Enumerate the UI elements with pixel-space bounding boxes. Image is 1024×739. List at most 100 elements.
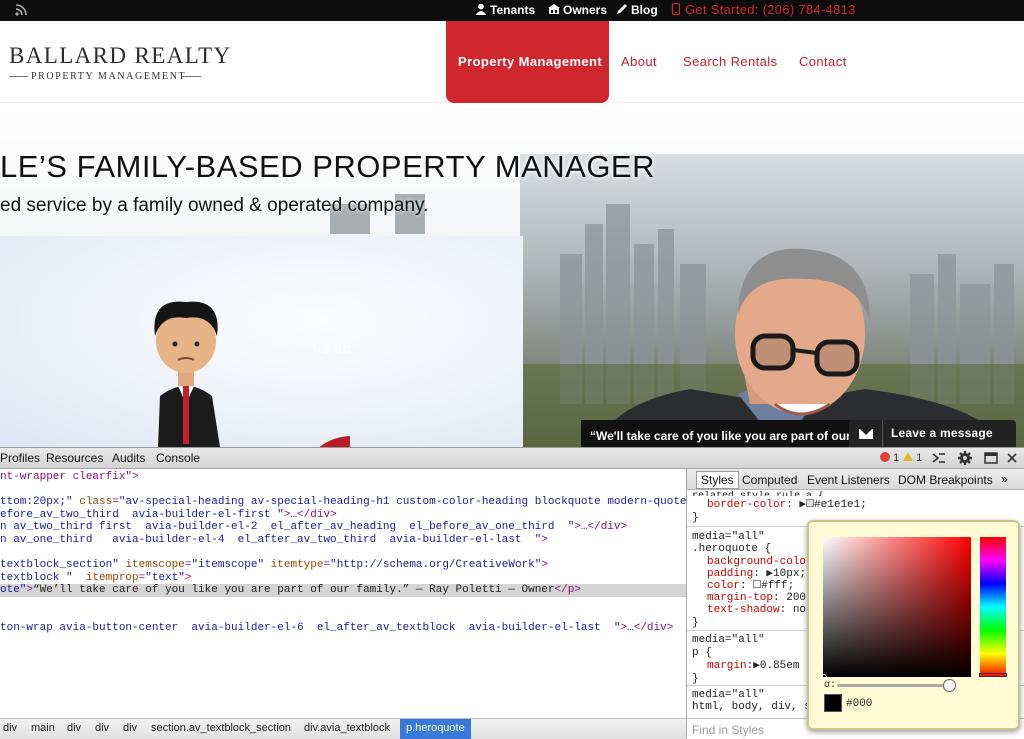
logo-subtitle: PROPERTY MANAGEMENT [31,71,187,82]
dom-node-line[interactable]: n av_one_third avia-builder-el-4 el_afte… [0,534,548,547]
saturation-value-area[interactable] [823,537,971,677]
css-prop-name: background-color [707,556,813,568]
css-prop-value: 10px; [773,568,807,580]
dom-token: </p> [554,584,581,597]
breadcrumb-item[interactable]: div [3,722,17,734]
more-tabs-chevron-icon[interactable]: » [1001,472,1008,486]
dom-token: “We’ll take care of you like you are par… [33,584,555,597]
css-media: media="all" [692,689,765,701]
leave-message-button[interactable]: Leave a message [849,420,1016,447]
tab-dom-breakpoints[interactable]: DOM Breakpoints [898,473,993,487]
hue-handle[interactable] [979,673,1007,677]
css-selector[interactable]: p { [692,647,712,659]
dom-node-line[interactable]: ton-wrap avia-button-center avia-builder… [0,622,673,635]
elements-dom-tree[interactable]: nt-wrapper clearfix"> ttom:20px;" class="… [0,469,686,717]
dom-token: > [184,571,192,584]
css-brace: } [692,512,699,524]
dom-token: = [112,496,119,509]
css-decl-bg[interactable]: background-color: [707,556,819,568]
dom-token: itemtype [264,559,324,572]
nav-about[interactable]: About [621,54,657,69]
current-color-swatch [824,694,842,712]
css-decl-margin[interactable]: margin:▶0.85em [707,660,799,672]
dom-node-line[interactable]: ttom:20px;" class="av-special-heading av… [0,496,686,509]
dom-node-line[interactable]: textblock " itemprop="text"> [0,572,191,585]
owners-link[interactable]: Owners [548,2,607,18]
dom-token: "itemscope" [191,559,265,572]
dom-node-line[interactable]: nt-wrapper clearfix"> [0,471,139,484]
css-selector[interactable]: .heroquote { [692,543,771,555]
dom-token: efore_av_two_third avia-builder-el-first… [0,508,284,521]
dom-token: >…</div> [620,622,674,635]
css-prop-name: padding [707,568,754,580]
dom-token: >…</div> [283,508,337,521]
top-utility-bar: Tenants Owners Blog Get Started: (206) 7… [0,0,1024,21]
tenants-label: Tenants [490,3,536,17]
console-drawer-icon[interactable] [932,452,946,464]
css-decl-border[interactable]: border-color: ▶ #e1e1e1; [707,499,867,511]
tab-console[interactable]: Console [156,451,200,465]
dom-token: "av-special-heading av-special-heading-h… [118,496,686,509]
css-decl-margin-top[interactable]: margin-top: 200p [707,592,813,604]
dom-token: "text" [145,571,185,584]
nav-property-management[interactable]: Property Management [458,54,602,69]
nav-search-rentals[interactable]: Search Rentals [683,54,777,69]
gear-icon[interactable] [958,451,972,465]
dom-token: > [541,559,548,572]
leave-message-separator [882,420,883,447]
error-indicator[interactable]: 1 [880,452,899,464]
dom-token: ote" [0,584,27,597]
dom-token: class [72,496,113,509]
tab-profiles[interactable]: Profiles [0,451,40,465]
owners-label: Owners [563,3,608,17]
hue-slider[interactable] [980,537,1006,677]
phone-icon [671,3,681,15]
dom-token: > [541,534,548,546]
blog-link[interactable]: Blog [616,2,658,18]
warning-indicator[interactable]: 1 [903,452,922,464]
color-hex-value[interactable]: #000 [846,698,872,710]
tenants-link[interactable]: Tenants [475,2,535,18]
mail-icon [859,429,873,439]
css-media: media="all" [692,634,765,646]
dom-node-line[interactable]: efore_av_two_third avia-builder-el-first… [0,509,337,522]
css-prop-name: text-shadow [707,604,780,616]
nav-contact[interactable]: Contact [799,54,847,69]
dom-node-line[interactable]: n av_two_third first avia-builder-el-2 e… [0,521,627,534]
breadcrumb-item[interactable]: div [95,722,109,734]
error-icon [880,452,890,462]
css-media: media="all" [692,531,765,543]
alpha-label: α: [824,680,837,691]
dom-node-line[interactable]: textblock_section" itemscope="itemscope"… [0,559,548,572]
dom-node-line[interactable]: ote">“We’ll take care of you like you ar… [0,584,686,598]
close-icon[interactable] [1007,453,1017,463]
breadcrumb-item[interactable]: div.avia_textblock [304,722,390,734]
logo-title[interactable]: BALLARD REALTY [9,43,232,69]
tab-resources[interactable]: Resources [46,451,103,465]
tab-computed[interactable]: Computed [742,473,797,487]
blog-label: Blog [631,3,658,17]
tab-audits[interactable]: Audits [112,451,145,465]
css-decl-text-shadow[interactable]: text-shadow: non [707,604,813,616]
breadcrumb-item[interactable]: main [31,722,55,734]
css-selector[interactable]: html, body, div, s [692,701,811,713]
rss-icon[interactable] [14,3,28,17]
sidebar-tab-bar: Styles Computed Event Listeners DOM Brea… [687,469,1024,490]
dom-token: "http://schema.org/CreativeWork" [330,559,542,572]
owner-portrait [598,248,1005,447]
alpha-slider[interactable] [837,684,955,687]
alpha-knob[interactable] [943,679,956,692]
css-prop-value: 0.85em [759,660,800,672]
breadcrumb-item[interactable]: div [67,722,81,734]
breadcrumb-item[interactable]: div [123,722,137,734]
get-started-link[interactable]: Get Started: (206) 784-4813 [670,2,856,18]
tab-event-listeners[interactable]: Event Listeners [807,473,890,487]
dom-token: n av_one_third avia-builder-el-4 el_afte… [0,534,542,546]
breadcrumb-item[interactable]: section.av_textblock_section [151,722,291,734]
css-decl-padding[interactable]: padding: ▶10px; [707,568,806,580]
tab-styles[interactable]: Styles [696,471,739,489]
breadcrumb-item[interactable]: p.heroquote [400,719,471,739]
css-decl-color[interactable]: color: #fff; [707,580,794,592]
warning-count: 1 [916,452,923,464]
dock-icon[interactable] [984,452,998,464]
